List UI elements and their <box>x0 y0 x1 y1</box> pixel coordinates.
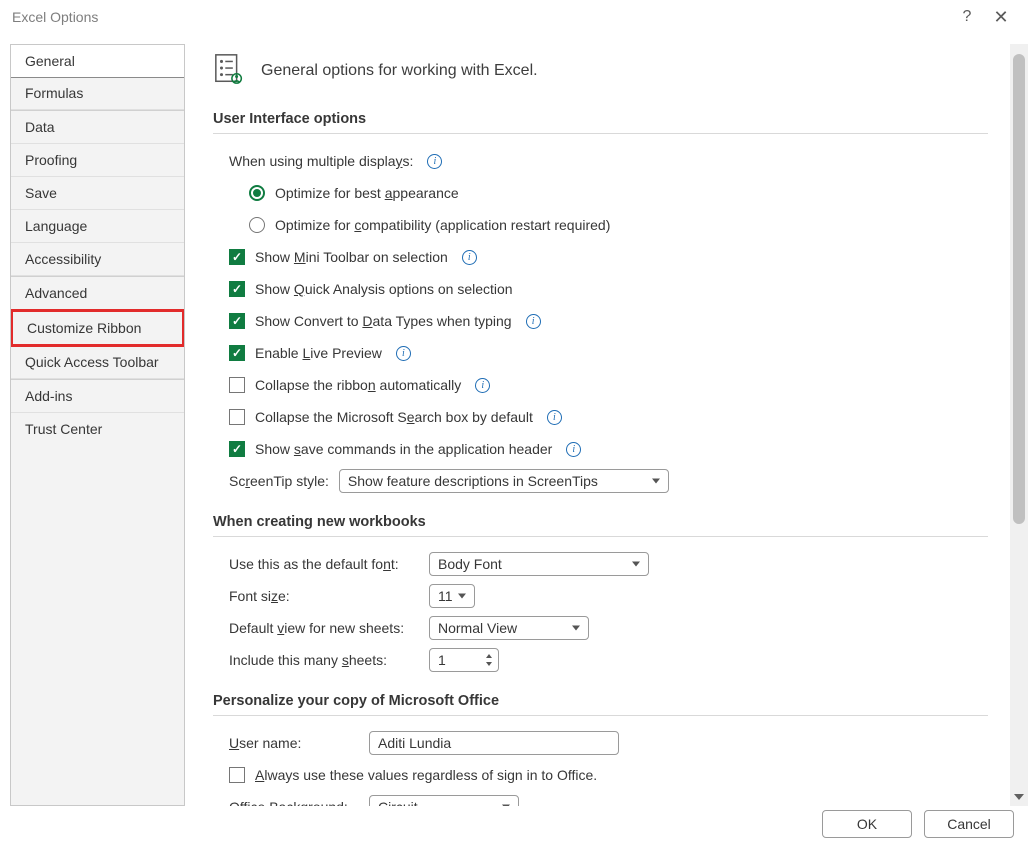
checkbox-convert-data-types[interactable] <box>229 313 245 329</box>
page-heading: General options for working with Excel. <box>261 62 538 80</box>
sidebar-item-trust-center[interactable]: Trust Center <box>11 413 184 445</box>
default-view-label: Default view for new sheets: <box>229 620 419 636</box>
checkbox-convert-data-types-label: Show Convert to Data Types when typing <box>255 313 512 329</box>
section-ui-title: User Interface options <box>213 111 988 127</box>
sidebar: General Formulas Data Proofing Save Lang… <box>10 44 185 806</box>
section-workbooks-title: When creating new workbooks <box>213 514 988 530</box>
content-pane: General options for working with Excel. … <box>185 34 1010 806</box>
sidebar-item-quick-access-toolbar[interactable]: Quick Access Toolbar <box>11 346 184 379</box>
sidebar-item-save[interactable]: Save <box>11 177 184 210</box>
office-background-select[interactable]: Circuit <box>369 795 519 806</box>
checkbox-live-preview-label: Enable Live Preview <box>255 345 382 361</box>
sidebar-item-formulas[interactable]: Formulas <box>11 77 184 110</box>
scrollbar-thumb[interactable] <box>1013 54 1025 524</box>
radio-compatibility[interactable] <box>249 217 265 233</box>
sheet-count-label: Include this many sheets: <box>229 652 419 668</box>
info-icon[interactable] <box>462 250 477 265</box>
vertical-scrollbar[interactable] <box>1010 44 1028 806</box>
screentip-label: ScreenTip style: <box>229 473 329 489</box>
divider <box>213 536 988 537</box>
info-icon[interactable] <box>547 410 562 425</box>
sidebar-item-language[interactable]: Language <box>11 210 184 243</box>
user-name-input[interactable]: Aditi Lundia <box>369 731 619 755</box>
multi-display-label: When using multiple displays: <box>229 153 413 169</box>
info-icon[interactable] <box>566 442 581 457</box>
info-icon[interactable] <box>396 346 411 361</box>
checkbox-quick-analysis[interactable] <box>229 281 245 297</box>
divider <box>213 133 988 134</box>
sidebar-item-customize-ribbon[interactable]: Customize Ribbon <box>10 309 185 347</box>
font-size-select[interactable]: 11 <box>429 584 475 608</box>
checkbox-collapse-ribbon-label: Collapse the ribbon automatically <box>255 377 461 393</box>
default-font-select[interactable]: Body Font <box>429 552 649 576</box>
checkbox-collapse-ribbon[interactable] <box>229 377 245 393</box>
divider <box>213 715 988 716</box>
title-bar: Excel Options ? ✕ <box>0 0 1028 34</box>
dialog-footer: OK Cancel <box>822 810 1014 838</box>
sidebar-item-advanced[interactable]: Advanced <box>11 276 184 310</box>
checkbox-mini-toolbar-label: Show Mini Toolbar on selection <box>255 249 448 265</box>
user-name-label: User name: <box>229 735 359 751</box>
sidebar-item-accessibility[interactable]: Accessibility <box>11 243 184 276</box>
section-personalize-title: Personalize your copy of Microsoft Offic… <box>213 693 988 709</box>
scroll-down-arrow-icon[interactable] <box>1010 788 1028 806</box>
close-button[interactable]: ✕ <box>984 7 1018 28</box>
default-font-label: Use this as the default font: <box>229 556 419 572</box>
window-title: Excel Options <box>12 9 98 25</box>
checkbox-collapse-search-label: Collapse the Microsoft Search box by def… <box>255 409 533 425</box>
checkbox-always-use-values-label: Always use these values regardless of si… <box>255 767 597 783</box>
radio-best-appearance-label: Optimize for best appearance <box>275 185 459 201</box>
info-icon[interactable] <box>427 154 442 169</box>
ok-button[interactable]: OK <box>822 810 912 838</box>
info-icon[interactable] <box>526 314 541 329</box>
sidebar-item-general[interactable]: General <box>10 44 185 78</box>
default-view-select[interactable]: Normal View <box>429 616 589 640</box>
checkbox-collapse-search[interactable] <box>229 409 245 425</box>
help-button[interactable]: ? <box>950 8 984 26</box>
font-size-label: Font size: <box>229 588 419 604</box>
checkbox-live-preview[interactable] <box>229 345 245 361</box>
radio-best-appearance[interactable] <box>249 185 265 201</box>
checkbox-quick-analysis-label: Show Quick Analysis options on selection <box>255 281 513 297</box>
checkbox-save-commands-label: Show save commands in the application he… <box>255 441 552 457</box>
cancel-button[interactable]: Cancel <box>924 810 1014 838</box>
checkbox-mini-toolbar[interactable] <box>229 249 245 265</box>
general-options-icon <box>213 52 247 89</box>
office-background-label: Office Background: <box>229 799 359 806</box>
checkbox-save-commands[interactable] <box>229 441 245 457</box>
radio-compatibility-label: Optimize for compatibility (application … <box>275 217 610 233</box>
sheet-count-spinner[interactable]: 1 <box>429 648 499 672</box>
sidebar-item-data[interactable]: Data <box>11 110 184 144</box>
checkbox-always-use-values[interactable] <box>229 767 245 783</box>
screentip-select[interactable]: Show feature descriptions in ScreenTips <box>339 469 669 493</box>
sidebar-item-proofing[interactable]: Proofing <box>11 144 184 177</box>
sidebar-item-add-ins[interactable]: Add-ins <box>11 379 184 413</box>
info-icon[interactable] <box>475 378 490 393</box>
